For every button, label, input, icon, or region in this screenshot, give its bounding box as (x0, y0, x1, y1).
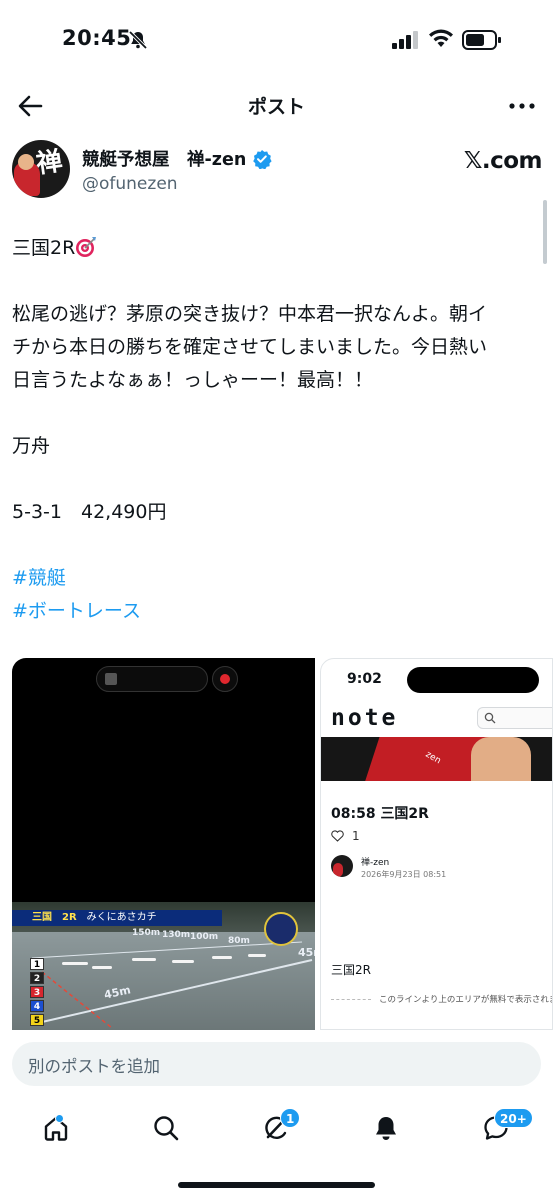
boat (172, 960, 194, 963)
post-line: 日言うたよなぁぁ！っしゃーー！最高！！ (12, 369, 374, 391)
post-author: 禅 競艇予想屋 禅-zen @ofunezen 𝕏.com (12, 140, 543, 204)
home-indicator (178, 1182, 375, 1188)
note-title: 08:58 三国2R (331, 806, 429, 822)
lane-badge: 2 (30, 972, 44, 984)
lane-badge: 1 (30, 958, 44, 970)
post-line: 三国2R (12, 232, 532, 265)
author-name[interactable]: 競艇予想屋 禅-zen (82, 146, 246, 171)
scrollbar[interactable] (543, 200, 547, 264)
speaker-icon (105, 673, 117, 685)
post-line (12, 463, 532, 496)
race-venue: 三国 (32, 912, 52, 923)
grok-badge: 1 (280, 1108, 301, 1128)
boat (92, 966, 112, 969)
bullseye-emoji-icon (76, 237, 97, 257)
nav-bar: ポスト (0, 82, 553, 130)
note-author-date: 2026年9月23日 08:51 (361, 870, 447, 879)
distance-marker: 45m (298, 946, 315, 959)
search-icon (484, 712, 496, 724)
note-like-row: 1 (331, 829, 360, 843)
course-lines (31, 941, 313, 1029)
source-badge: 𝕏.com (463, 148, 543, 174)
distance-marker: 100m (190, 932, 219, 942)
race-clock-icon (264, 912, 298, 946)
race-scene: 三国2Rみくにあさカチ 150m 130m 100m 80m 45m 45m 1… (12, 902, 315, 1030)
bell-icon (376, 1117, 396, 1140)
video-media[interactable]: 三国2Rみくにあさカチ 150m 130m 100m 80m 45m 45m 1… (12, 658, 315, 1030)
post-line (12, 265, 532, 298)
race-number: 2R (62, 912, 77, 923)
tab-notifications[interactable] (366, 1108, 406, 1148)
add-post-placeholder: 別のポストを追加 (28, 1057, 160, 1076)
race-title: みくにあさカチ (86, 912, 157, 923)
avatar-kanji: 禅 (34, 146, 65, 180)
distance-marker: 150m (132, 928, 161, 938)
post-line (12, 397, 532, 430)
tab-grok[interactable]: 1 (256, 1108, 301, 1148)
boat (248, 954, 266, 957)
tab-search[interactable] (146, 1108, 186, 1148)
note-search-box (477, 707, 552, 729)
banner-face (471, 737, 531, 781)
post-line (12, 529, 532, 562)
note-screenshot-media[interactable]: 9:02 note zen 08:58 三国2R 1 禅-zen 2026年9月… (320, 658, 553, 1030)
lane-badges: 1 2 3 4 5 (30, 958, 44, 1026)
note-paywall-text: このラインより上のエリアが無料で表示されます (379, 995, 553, 1005)
media-carousel[interactable]: 三国2Rみくにあさカチ 150m 130m 100m 80m 45m 45m 1… (12, 658, 553, 1030)
post-line-text: 三国2R (12, 237, 76, 259)
post-line: チから本日の勝ちを確定させてしまいました。今日熱い (12, 336, 488, 358)
home-notification-dot (55, 1114, 64, 1123)
heart-icon (331, 830, 344, 842)
boat (212, 956, 232, 959)
note-status-time: 9:02 (347, 671, 382, 687)
page-title: ポスト (247, 96, 305, 118)
distance-marker: 80m (228, 936, 250, 946)
note-author-name: 禅-zen (361, 858, 390, 868)
post-line: 万舟 (12, 435, 51, 457)
note-body-heading: 三国2R (331, 963, 371, 977)
hashtag-link[interactable]: #ボートレース (12, 595, 532, 628)
dynamic-island (407, 667, 539, 693)
distance-marker: 130m (162, 930, 191, 940)
post-line: 松尾の逃げ？茅原の突き抜け？中本君一択なんよ。朝イ (12, 303, 488, 325)
author-handle[interactable]: @ofunezen (82, 174, 178, 194)
tab-home[interactable] (36, 1108, 76, 1148)
wifi-icon (429, 29, 453, 47)
status-time: 20:45 (62, 26, 132, 50)
record-icon (212, 666, 238, 692)
boat (132, 958, 156, 961)
note-author-avatar (331, 855, 353, 877)
note-like-count: 1 (352, 829, 360, 843)
search-icon (154, 1116, 179, 1141)
hashtag-link[interactable]: #競艇 (12, 562, 532, 595)
tab-bar: 1 20+ (0, 1100, 553, 1160)
lane-badge: 3 (30, 986, 44, 998)
signal-icon (392, 31, 418, 49)
avatar-face (18, 154, 34, 170)
messages-badge: 20+ (494, 1108, 533, 1128)
add-post-input[interactable]: 別のポストを追加 (12, 1042, 541, 1086)
verified-badge-icon (253, 149, 272, 169)
note-header-image: zen (321, 737, 552, 781)
lane-badge: 5 (30, 1014, 44, 1026)
post-text: 三国2R 松尾の逃げ？茅原の突き抜け？中本君一択なんよ。朝イ チから本日の勝ちを… (12, 232, 532, 628)
note-logo: note (331, 705, 399, 731)
boat (62, 962, 88, 965)
status-bar: 20:45 (0, 0, 553, 82)
avatar[interactable]: 禅 (12, 140, 70, 198)
battery-icon (462, 30, 501, 50)
lane-badge: 4 (30, 1000, 44, 1012)
tab-messages[interactable]: 20+ (476, 1108, 533, 1148)
bell-off-icon (128, 30, 148, 50)
race-banner: 三国 2R みくにあさカチ (12, 910, 222, 926)
more-horizontal-icon[interactable] (507, 94, 537, 118)
post-line: 5-3-1 42,490円 (12, 501, 167, 523)
author-name-row: 競艇予想屋 禅-zen (82, 146, 272, 171)
note-paywall-line (331, 999, 371, 1000)
screen-recording-pill (96, 666, 208, 692)
